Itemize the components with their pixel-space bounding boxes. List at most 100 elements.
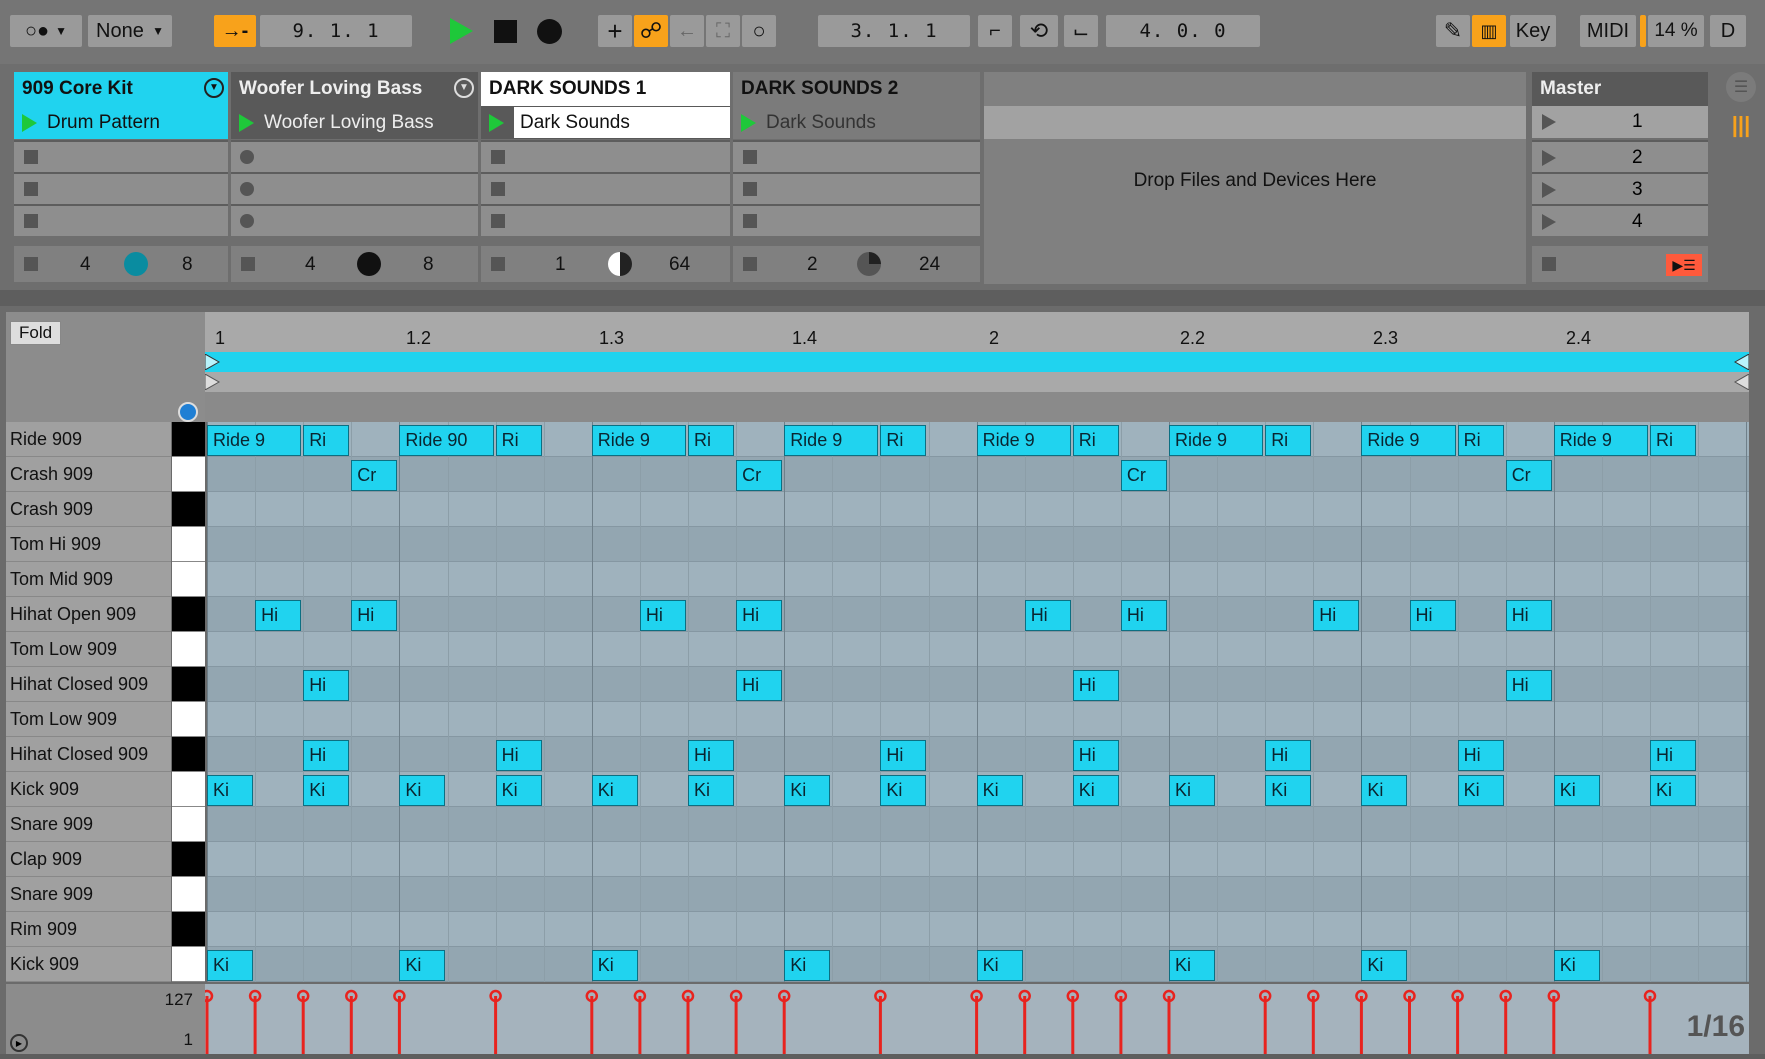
track-pan-knob[interactable] xyxy=(357,252,381,276)
note-lane[interactable] xyxy=(207,912,1749,947)
midi-note[interactable]: Ride 9 xyxy=(1553,425,1648,456)
note-lane[interactable] xyxy=(207,737,1749,772)
note-lane[interactable] xyxy=(207,562,1749,597)
note-lane[interactable] xyxy=(207,702,1749,737)
midi-note[interactable]: Hi xyxy=(1505,670,1552,701)
clip-play-icon[interactable] xyxy=(741,113,756,132)
capture-button[interactable]: ⛶ xyxy=(706,15,740,47)
clip-slot-empty[interactable] xyxy=(733,172,980,204)
midi-note[interactable]: Ki xyxy=(303,775,350,806)
clip-slot-empty[interactable] xyxy=(733,140,980,172)
overdub-button[interactable]: + xyxy=(598,15,632,47)
velocity-stem[interactable] xyxy=(633,989,647,1054)
automation-arm-button[interactable]: ☍ xyxy=(634,15,668,47)
midi-note[interactable]: Ri xyxy=(1457,425,1504,456)
track-header[interactable]: DARK SOUNDS 2 xyxy=(733,72,980,106)
loop-brace[interactable] xyxy=(205,352,1749,372)
fold-button[interactable]: Fold xyxy=(10,321,62,345)
midi-note[interactable]: Ri xyxy=(880,425,927,456)
piano-key[interactable] xyxy=(172,597,205,632)
punch-in-button[interactable]: ⌐ xyxy=(978,15,1012,47)
midi-note[interactable]: Ki xyxy=(1457,775,1504,806)
drum-pad-label[interactable]: Snare 909 xyxy=(6,807,171,842)
piano-key[interactable] xyxy=(172,842,205,877)
midi-note[interactable]: Hi xyxy=(351,600,398,631)
midi-note[interactable]: Cr xyxy=(736,460,783,491)
midi-note[interactable]: Ki xyxy=(1265,775,1312,806)
piano-key[interactable] xyxy=(172,632,205,667)
midi-note[interactable]: Ki xyxy=(784,950,831,981)
midi-note[interactable]: Hi xyxy=(1650,740,1697,771)
midi-note[interactable]: Ki xyxy=(880,775,927,806)
track-pan-knob[interactable] xyxy=(124,252,148,276)
velocity-stem[interactable] xyxy=(1547,989,1561,1054)
velocity-stem[interactable] xyxy=(970,989,983,1054)
note-lane[interactable] xyxy=(207,492,1749,527)
piano-key[interactable] xyxy=(172,772,205,807)
preview-headphones-icon[interactable] xyxy=(178,402,198,422)
stop-all-clips-button[interactable] xyxy=(1542,257,1556,271)
midi-note[interactable]: Hi xyxy=(688,740,735,771)
note-lane[interactable] xyxy=(207,807,1749,842)
midi-note[interactable]: Hi xyxy=(1072,670,1119,701)
drop-zone[interactable]: Drop Files and Devices Here xyxy=(984,72,1526,284)
stop-button[interactable] xyxy=(488,15,522,47)
chevron-down-icon[interactable]: ▼ xyxy=(454,78,474,98)
clip-slot-empty[interactable] xyxy=(14,172,228,204)
velocity-stem[interactable] xyxy=(393,989,406,1054)
piano-key[interactable] xyxy=(172,877,205,912)
velocity-stem[interactable] xyxy=(1355,989,1368,1054)
midi-note[interactable]: Ri xyxy=(1265,425,1312,456)
note-lane[interactable] xyxy=(207,632,1749,667)
clip-slot-empty[interactable] xyxy=(231,140,478,172)
piano-key[interactable] xyxy=(172,422,205,457)
drum-pad-label[interactable]: Tom Low 909 xyxy=(6,702,171,737)
clip-slot-empty[interactable] xyxy=(231,172,478,204)
velocity-stem[interactable] xyxy=(1258,989,1272,1054)
piano-key[interactable] xyxy=(172,667,205,702)
midi-note[interactable]: Cr xyxy=(1505,460,1552,491)
midi-note[interactable]: Ki xyxy=(399,775,446,806)
clip-play-icon[interactable] xyxy=(239,113,254,132)
velocity-stem[interactable] xyxy=(296,989,310,1054)
clip-play-icon[interactable] xyxy=(22,113,37,132)
drum-pad-label[interactable]: Hihat Closed 909 xyxy=(6,737,171,772)
master-header[interactable]: Master xyxy=(1532,72,1708,106)
start-marker-strip[interactable] xyxy=(205,372,1749,392)
loop-switch[interactable]: ⟲ xyxy=(1020,15,1058,47)
piano-key[interactable] xyxy=(172,702,205,737)
clip-slot-empty[interactable] xyxy=(481,172,730,204)
midi-note[interactable]: Hi xyxy=(736,670,783,701)
drum-pad-label[interactable]: Kick 909 xyxy=(6,947,171,982)
midi-map-button[interactable]: MIDI xyxy=(1580,15,1636,47)
midi-note[interactable]: Ki xyxy=(784,775,831,806)
drum-pad-label[interactable]: Ride 909 xyxy=(6,422,171,457)
clip-slot-empty[interactable] xyxy=(14,140,228,172)
note-lane[interactable] xyxy=(207,842,1749,877)
track-header[interactable]: 909 Core Kit ▼ xyxy=(14,72,228,106)
key-map-button[interactable]: Key xyxy=(1510,15,1556,47)
velocity-lane[interactable]: 1/16 xyxy=(200,984,1749,1054)
midi-note[interactable]: Hi xyxy=(1505,600,1552,631)
piano-key[interactable] xyxy=(172,492,205,527)
midi-note[interactable]: Ride 9 xyxy=(976,425,1071,456)
clip-play-icon[interactable] xyxy=(489,113,504,132)
midi-note[interactable]: Ki xyxy=(591,950,638,981)
piano-key[interactable] xyxy=(172,807,205,842)
midi-note[interactable]: Hi xyxy=(1120,600,1167,631)
scene-launch-1[interactable]: 1 xyxy=(1532,106,1708,138)
velocity-stem[interactable] xyxy=(200,989,214,1054)
midi-note[interactable]: Hi xyxy=(303,740,350,771)
drum-pad-label[interactable]: Hihat Closed 909 xyxy=(6,667,171,702)
midi-note[interactable]: Hi xyxy=(1457,740,1504,771)
midi-note[interactable]: Ri xyxy=(688,425,735,456)
midi-note[interactable]: Ki xyxy=(591,775,638,806)
velocity-stem[interactable] xyxy=(1643,989,1657,1054)
piano-key[interactable] xyxy=(172,737,205,772)
track-stop-button[interactable] xyxy=(24,257,38,271)
velocity-stem[interactable] xyxy=(1451,989,1464,1054)
play-button[interactable] xyxy=(444,15,478,47)
track-header[interactable]: Woofer Loving Bass ▼ xyxy=(231,72,478,106)
chevron-down-icon[interactable]: ▼ xyxy=(204,78,224,98)
midi-note[interactable]: Ki xyxy=(207,775,254,806)
